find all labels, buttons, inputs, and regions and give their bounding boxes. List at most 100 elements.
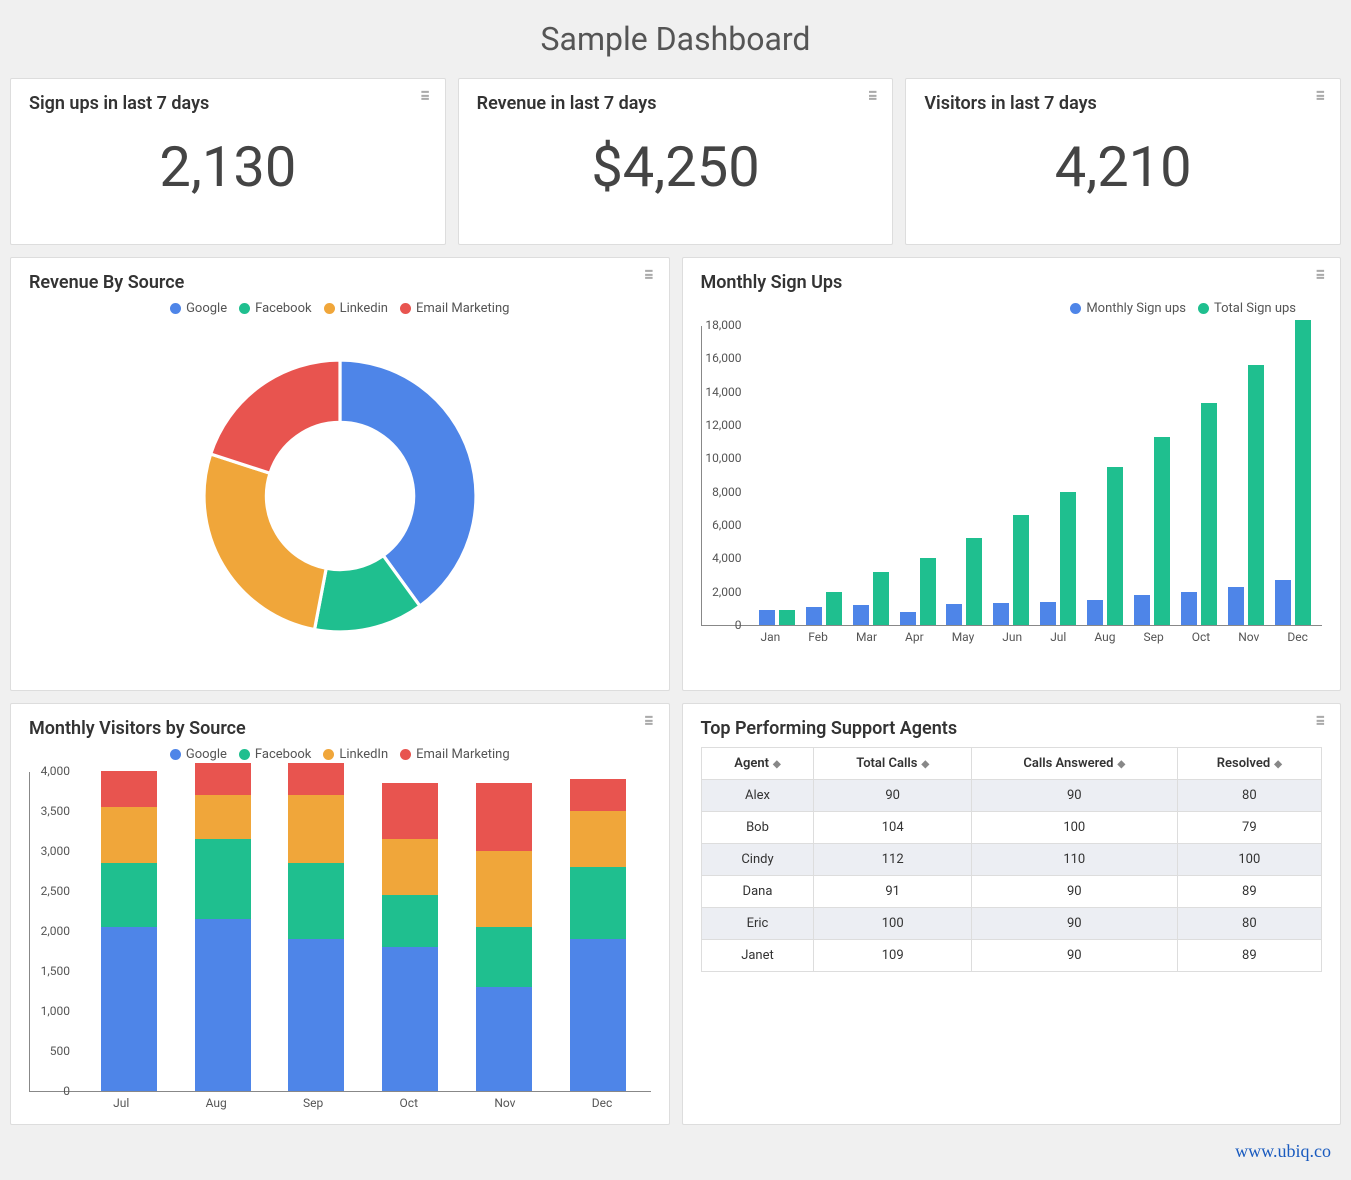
- bar-seg[interactable]: [195, 795, 251, 839]
- table-header[interactable]: Resolved◆: [1177, 748, 1321, 780]
- bar-seg[interactable]: [476, 987, 532, 1091]
- bar-monthly[interactable]: [900, 612, 916, 625]
- card-monthly-visitors: ━━━ Monthly Visitors by Source GoogleFac…: [10, 703, 670, 1125]
- bar-seg[interactable]: [101, 863, 157, 927]
- bar-seg[interactable]: [195, 919, 251, 1091]
- bar-total[interactable]: [1060, 492, 1076, 625]
- bar-seg[interactable]: [288, 763, 344, 795]
- bar-group[interactable]: [1181, 403, 1217, 625]
- bar-seg[interactable]: [288, 795, 344, 863]
- card-menu-icon[interactable]: ━━━: [645, 716, 652, 727]
- bar-monthly[interactable]: [1087, 600, 1103, 625]
- card-menu-icon[interactable]: ━━━: [1317, 270, 1324, 281]
- bar-seg[interactable]: [288, 863, 344, 939]
- sort-icon[interactable]: ◆: [1117, 759, 1125, 770]
- bar-seg[interactable]: [382, 783, 438, 839]
- bar-total[interactable]: [1248, 365, 1264, 625]
- bar-group[interactable]: [993, 515, 1029, 625]
- bar-seg[interactable]: [195, 763, 251, 795]
- legend-item[interactable]: LinkedIn: [323, 747, 388, 762]
- bar-group[interactable]: [288, 763, 344, 1091]
- bar-total[interactable]: [920, 558, 936, 625]
- sort-icon[interactable]: ◆: [921, 759, 929, 770]
- bar-seg[interactable]: [195, 839, 251, 919]
- kpi-card-2: ━━━ Visitors in last 7 days 4,210: [905, 78, 1341, 245]
- bar-monthly[interactable]: [806, 607, 822, 625]
- bar-total[interactable]: [873, 572, 889, 625]
- table-header[interactable]: Agent◆: [701, 748, 814, 780]
- bar-group[interactable]: [759, 610, 795, 625]
- bar-monthly[interactable]: [946, 604, 962, 625]
- bar-monthly[interactable]: [759, 610, 775, 625]
- bar-group[interactable]: [570, 779, 626, 1091]
- bar-seg[interactable]: [570, 779, 626, 811]
- legend-item[interactable]: Facebook: [239, 747, 311, 762]
- card-menu-icon[interactable]: ━━━: [1317, 716, 1324, 727]
- bar-group[interactable]: [1228, 365, 1264, 625]
- sort-icon[interactable]: ◆: [1274, 759, 1282, 770]
- table-header[interactable]: Calls Answered◆: [971, 748, 1177, 780]
- bar-group[interactable]: [1040, 492, 1076, 625]
- x-tick: Nov: [494, 1096, 515, 1110]
- bar-monthly[interactable]: [853, 605, 869, 625]
- card-menu-icon[interactable]: ━━━: [869, 91, 876, 102]
- bar-seg[interactable]: [382, 895, 438, 947]
- bar-group[interactable]: [1087, 467, 1123, 625]
- bar-seg[interactable]: [288, 939, 344, 1091]
- bar-group[interactable]: [946, 538, 982, 626]
- bar-seg[interactable]: [382, 839, 438, 895]
- bar-seg[interactable]: [101, 807, 157, 863]
- bar-total[interactable]: [966, 538, 982, 626]
- bar-monthly[interactable]: [993, 603, 1009, 626]
- legend-item[interactable]: Facebook: [239, 301, 311, 316]
- bar-seg[interactable]: [570, 811, 626, 867]
- legend-item[interactable]: Google: [170, 301, 227, 316]
- bar-monthly[interactable]: [1228, 587, 1244, 625]
- legend-item[interactable]: Linkedin: [324, 301, 388, 316]
- legend-item[interactable]: Email Marketing: [400, 747, 509, 762]
- legend-item[interactable]: Email Marketing: [400, 301, 509, 316]
- bar-seg[interactable]: [101, 927, 157, 1091]
- bar-total[interactable]: [779, 610, 795, 625]
- sort-icon[interactable]: ◆: [773, 759, 781, 770]
- bar-seg[interactable]: [476, 927, 532, 987]
- bar-group[interactable]: [476, 783, 532, 1091]
- bar-monthly[interactable]: [1275, 580, 1291, 625]
- bar-group[interactable]: [195, 763, 251, 1091]
- bar-total[interactable]: [1201, 403, 1217, 625]
- table-header[interactable]: Total Calls◆: [814, 748, 971, 780]
- bar-seg[interactable]: [476, 851, 532, 927]
- legend-item[interactable]: Monthly Sign ups: [1070, 301, 1186, 316]
- legend-item[interactable]: Google: [170, 747, 227, 762]
- card-menu-icon[interactable]: ━━━: [1317, 91, 1324, 102]
- bar-seg[interactable]: [476, 783, 532, 851]
- agents-table: Agent◆Total Calls◆Calls Answered◆Resolve…: [701, 747, 1323, 972]
- bar-group[interactable]: [853, 572, 889, 625]
- bar-group[interactable]: [806, 592, 842, 625]
- bar-seg[interactable]: [570, 939, 626, 1091]
- bar-seg[interactable]: [570, 867, 626, 939]
- card-menu-icon[interactable]: ━━━: [645, 270, 652, 281]
- legend-item[interactable]: Total Sign ups: [1198, 301, 1296, 316]
- y-tick: 16,000: [705, 351, 741, 365]
- bar-total[interactable]: [1013, 515, 1029, 625]
- card-menu-icon[interactable]: ━━━: [421, 91, 428, 102]
- donut-slice[interactable]: [204, 454, 326, 630]
- bar-total[interactable]: [1107, 467, 1123, 625]
- bar-total[interactable]: [1154, 437, 1170, 625]
- donut-slice[interactable]: [210, 360, 339, 473]
- bar-seg[interactable]: [382, 947, 438, 1091]
- bar-seg[interactable]: [101, 771, 157, 807]
- x-tick: Feb: [808, 630, 828, 644]
- bar-monthly[interactable]: [1040, 602, 1056, 625]
- bar-group[interactable]: [1134, 437, 1170, 625]
- bar-monthly[interactable]: [1181, 592, 1197, 625]
- card-title: Revenue By Source: [29, 272, 651, 293]
- bar-group[interactable]: [101, 771, 157, 1091]
- bar-group[interactable]: [1275, 320, 1311, 625]
- bar-total[interactable]: [1295, 320, 1311, 625]
- bar-group[interactable]: [900, 558, 936, 625]
- bar-monthly[interactable]: [1134, 595, 1150, 625]
- bar-total[interactable]: [826, 592, 842, 625]
- bar-group[interactable]: [382, 783, 438, 1091]
